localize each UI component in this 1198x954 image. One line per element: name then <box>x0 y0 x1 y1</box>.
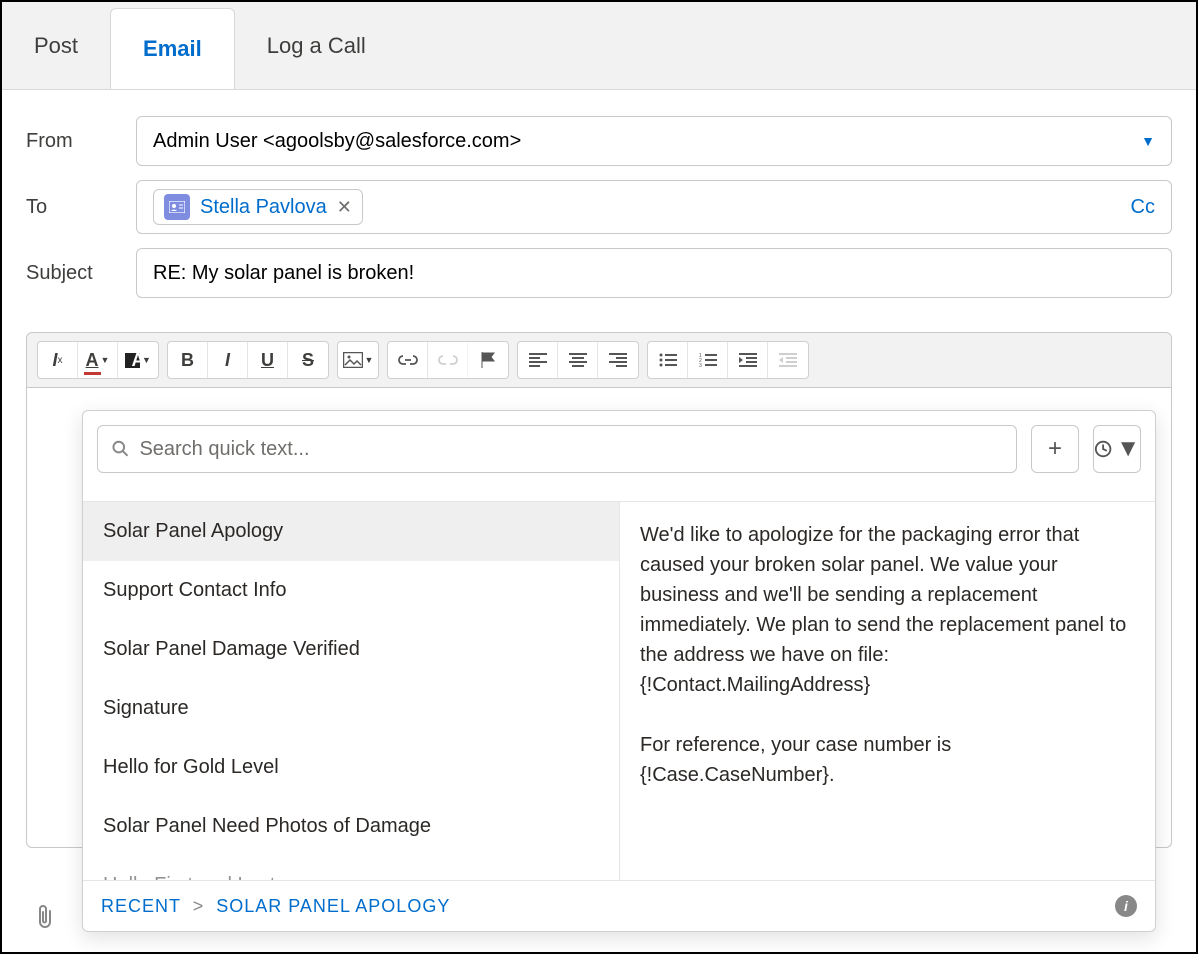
chevron-down-icon: ▼ <box>1116 435 1140 463</box>
tab-post[interactable]: Post <box>2 2 110 89</box>
svg-text:3: 3 <box>699 363 702 367</box>
chevron-down-icon: ▼ <box>1141 133 1155 149</box>
to-field[interactable]: Stella Pavlova ✕ Cc <box>136 180 1172 234</box>
outdent-button[interactable] <box>768 342 808 378</box>
quick-text-breadcrumb[interactable]: RECENT > SOLAR PANEL APOLOGY <box>101 896 450 917</box>
tab-email[interactable]: Email <box>110 8 235 89</box>
cc-link[interactable]: Cc <box>1131 196 1155 219</box>
underline-button[interactable]: U <box>248 342 288 378</box>
subject-field[interactable] <box>136 248 1172 298</box>
from-value: Admin User <agoolsby@salesforce.com> <box>153 130 521 153</box>
link-button[interactable] <box>388 342 428 378</box>
from-select[interactable]: Admin User <agoolsby@salesforce.com> ▼ <box>136 116 1172 166</box>
bullet-list-button[interactable] <box>648 342 688 378</box>
indent-button[interactable] <box>728 342 768 378</box>
contact-icon <box>164 194 190 220</box>
from-label: From <box>26 130 136 153</box>
attachment-icon[interactable] <box>34 904 56 930</box>
tab-log-a-call[interactable]: Log a Call <box>235 2 398 89</box>
quick-text-item[interactable]: Hello for Gold Level <box>83 738 619 797</box>
quick-text-panel: + ▼ Solar Panel Apology Support Contact … <box>82 410 1156 932</box>
breadcrumb-separator: > <box>193 896 205 916</box>
breadcrumb-root[interactable]: RECENT <box>101 896 181 916</box>
numbered-list-button[interactable]: 123 <box>688 342 728 378</box>
quick-text-item[interactable]: Solar Panel Apology <box>83 502 619 561</box>
subject-input[interactable] <box>153 262 1155 285</box>
quick-text-item[interactable]: Solar Panel Damage Verified <box>83 620 619 679</box>
recipient-name: Stella Pavlova <box>200 196 327 219</box>
italic-button[interactable]: I <box>208 342 248 378</box>
bold-button[interactable]: B <box>168 342 208 378</box>
subject-label: Subject <box>26 262 136 285</box>
flag-button[interactable] <box>468 342 508 378</box>
quick-text-list: Solar Panel Apology Support Contact Info… <box>83 502 619 880</box>
search-icon <box>112 440 129 458</box>
quick-text-preview: We'd like to apologize for the packaging… <box>619 502 1155 880</box>
quick-text-item[interactable]: Hello First and Last <box>83 856 619 880</box>
align-left-button[interactable] <box>518 342 558 378</box>
align-center-button[interactable] <box>558 342 598 378</box>
strikethrough-button[interactable]: S <box>288 342 328 378</box>
highlight-color-button[interactable]: A▼ <box>118 342 158 378</box>
align-right-button[interactable] <box>598 342 638 378</box>
clear-formatting-button[interactable]: Ix <box>38 342 78 378</box>
remove-recipient-icon[interactable]: ✕ <box>337 197 352 218</box>
recent-quick-text-button[interactable]: ▼ <box>1093 425 1141 473</box>
rte-toolbar: Ix A▼ A▼ B I U S ▼ <box>26 332 1172 388</box>
unlink-button[interactable] <box>428 342 468 378</box>
email-form: From Admin User <agoolsby@salesforce.com… <box>2 90 1196 324</box>
recipient-pill[interactable]: Stella Pavlova ✕ <box>153 189 363 225</box>
quick-text-item[interactable]: Signature <box>83 679 619 738</box>
to-label: To <box>26 196 136 219</box>
new-quick-text-button[interactable]: + <box>1031 425 1079 473</box>
quick-text-item[interactable]: Solar Panel Need Photos of Damage <box>83 797 619 856</box>
publisher-tabs: Post Email Log a Call <box>2 2 1196 90</box>
quick-text-search-input[interactable] <box>139 438 1002 461</box>
quick-text-search[interactable] <box>97 425 1017 473</box>
quick-text-item[interactable]: Support Contact Info <box>83 561 619 620</box>
breadcrumb-current: SOLAR PANEL APOLOGY <box>216 896 450 916</box>
info-icon[interactable]: i <box>1115 895 1137 917</box>
clock-icon <box>1094 439 1112 459</box>
text-color-button[interactable]: A▼ <box>78 342 118 378</box>
image-button[interactable]: ▼ <box>338 342 378 378</box>
